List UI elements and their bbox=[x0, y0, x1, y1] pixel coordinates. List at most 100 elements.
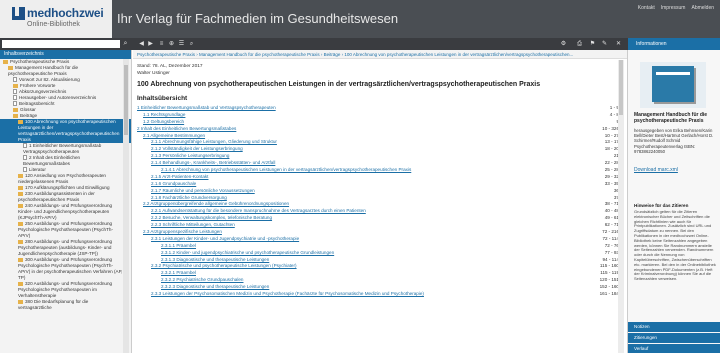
toc-link[interactable]: 2.3.1.3 Diagnostische und therapeutische… bbox=[161, 257, 269, 264]
folder-icon bbox=[18, 257, 23, 262]
book-cover-image bbox=[652, 66, 694, 102]
toc-link[interactable]: 2.3.3 Leistungen der Psychosomatischen M… bbox=[151, 291, 424, 298]
link-abmelden[interactable]: Abmelden bbox=[691, 5, 714, 11]
print-icon[interactable]: ⎙ bbox=[575, 39, 584, 49]
folder-icon bbox=[13, 107, 18, 112]
cite-heading: Hinweise für das Zitieren bbox=[634, 203, 689, 208]
toc-link[interactable]: 2.3.2.2 Psychiatrische Grundpauschalen bbox=[161, 277, 243, 284]
main-scroll-thumb[interactable] bbox=[619, 60, 623, 115]
tab-informationen[interactable]: Informationen bbox=[628, 38, 720, 50]
toc-link[interactable]: 1.1 Rechtsgrundlage bbox=[143, 112, 185, 119]
next-icon[interactable]: ▶ bbox=[146, 39, 155, 49]
book-title: Management Handbuch für die psychotherap… bbox=[634, 112, 708, 124]
folder-icon bbox=[13, 83, 18, 88]
toc-link[interactable]: 1 Einheitlicher Bewertungsmaßstab und Ve… bbox=[137, 105, 276, 112]
toc-link[interactable]: 2.3.1.1 Präambel bbox=[161, 243, 196, 250]
breadcrumb[interactable]: Psychotherapeutische Praxis › Management… bbox=[133, 50, 627, 59]
sidebar-item[interactable]: 250 Ausbildungs- und Prüfungsverordnung … bbox=[0, 221, 131, 239]
sidebar-item[interactable]: 240 Ausbildungs- und Prüfungsverordnung … bbox=[0, 203, 131, 221]
link-kontakt[interactable]: Kontakt bbox=[638, 5, 655, 11]
target-icon[interactable]: ⊕ bbox=[167, 39, 176, 49]
toc-link[interactable]: 2.1.4.1 Abrechnung von psychotherapeutis… bbox=[161, 167, 411, 174]
download-link[interactable]: Download marc.xml bbox=[634, 167, 678, 173]
sidebar-item[interactable]: 320 Ausbildungs- und Prüfungsverordnung … bbox=[0, 281, 131, 299]
toc-pages: 62 - 71 bbox=[604, 222, 619, 228]
zoom-icon[interactable]: ⌕ bbox=[187, 39, 196, 49]
toc-row: 2.3.1.1 Präambel 72 - 76 bbox=[133, 243, 627, 250]
bookmark-icon[interactable]: ⚑ bbox=[588, 39, 597, 49]
toc-link[interactable]: 2.3.2 Psychiatrische und psychotherapeut… bbox=[151, 263, 297, 270]
folder-icon bbox=[18, 221, 23, 226]
author-text: Walter Ustinger bbox=[137, 71, 170, 76]
toc-link[interactable]: 2.1.1 Abrechnungsfähige Leistungen, Glie… bbox=[151, 139, 277, 146]
sidebar-scrollbar[interactable] bbox=[123, 59, 129, 353]
sidebar-item[interactable]: Management Handbuch für die psychotherap… bbox=[0, 65, 131, 77]
toc-link[interactable]: 2.3.2.3 Diagnostische und therapeutische… bbox=[161, 284, 269, 291]
sidebar-item[interactable]: 380 Die Bedarfsplanung für die vertragsä… bbox=[0, 299, 131, 311]
accordion-zitierungen[interactable]: Zitierungen bbox=[628, 333, 720, 343]
search-icon[interactable]: ⌕ bbox=[121, 39, 130, 49]
sidebar-item-label: Herausgeber- und Autorenverzeichnis bbox=[19, 95, 97, 100]
toc-row: 2.3.2.2 Psychiatrische Grundpauschalen 12… bbox=[133, 277, 627, 284]
sidebar-item-label: 320 Ausbildungs- und Prüfungsverordnung … bbox=[18, 281, 113, 298]
logo[interactable]: medhochzwei Online-Bibliothek bbox=[0, 0, 112, 38]
toc-pages: 72 - 76 bbox=[604, 242, 619, 248]
sidebar-item[interactable]: 100 Abrechnung von psychotherapeutischen… bbox=[0, 119, 131, 143]
prev-icon[interactable]: ◀ bbox=[137, 39, 146, 49]
sidebar-item[interactable]: 1 Einheitlicher Bewertungsmaßstab Vertra… bbox=[0, 143, 131, 155]
toc-link[interactable]: 2.1.7 Räumliche und persönliche Vorausse… bbox=[151, 188, 255, 195]
toc-row: 2.3.2.3 Diagnostische und therapeutische… bbox=[133, 284, 627, 291]
toc-link[interactable]: 2.3.2.1 Präambel bbox=[161, 270, 196, 277]
toc-pages: 22 - 28 bbox=[604, 160, 619, 166]
close-icon[interactable]: ✕ bbox=[614, 39, 623, 49]
toc-link[interactable]: 2.2.3 Schriftliche Mitteilungen, Gutacht… bbox=[151, 222, 235, 229]
toc-link[interactable]: 2.2.2 Besuche, Verwaltungskomplex, telef… bbox=[151, 215, 272, 222]
main-content: Psychotherapeutische Praxis › Management… bbox=[133, 50, 627, 353]
logo-subtitle: Online-Bibliothek bbox=[27, 21, 80, 28]
toc-pages: 18 - 20 bbox=[604, 146, 619, 152]
toc-link[interactable]: 2.1.2 Vollständigkeit der Leistungserbri… bbox=[151, 146, 243, 153]
toc-link[interactable]: 2.3.1 Leistungen der Kinder- und Jugendp… bbox=[151, 236, 299, 243]
sidebar-item-label: 1 Einheitlicher Bewertungsmaßstab Vertra… bbox=[23, 143, 102, 154]
accordion-notizen[interactable]: Notizen bbox=[628, 322, 720, 332]
accordion-verlauf[interactable]: Verlauf bbox=[628, 344, 720, 353]
sidebar-item[interactable]: 120 Ansiedlung von Psychotherapeuten nie… bbox=[0, 173, 131, 185]
document-icon bbox=[13, 101, 17, 107]
edit-icon[interactable]: ✎ bbox=[600, 39, 609, 49]
sidebar-item-label: Glossar bbox=[20, 107, 36, 112]
document-meta: Stand: 78. AL, Dezember 2017 Walter Usti… bbox=[133, 59, 627, 77]
sidebar-item[interactable]: 300 Ausbildungs- und Prüfungsverordnung … bbox=[0, 257, 131, 281]
toc-link[interactable]: 1.2 Geltungsbereich bbox=[143, 119, 184, 126]
toc-row: 2.1.4 Behandlungs-, Krankheits-, Betrieb… bbox=[133, 160, 627, 167]
sidebar-header: Inhaltsverzeichnis bbox=[0, 50, 131, 59]
folder-icon bbox=[18, 299, 23, 304]
sidebar-item[interactable]: 280 Ausbildungs- und Prüfungsverordnung … bbox=[0, 239, 131, 257]
settings-icon[interactable]: ⚙ bbox=[559, 39, 568, 49]
toc-pages: 72 - 216 bbox=[602, 229, 619, 235]
sidebar-item[interactable]: 2 Inhalt des Einheitlichen Bewertungsmaß… bbox=[0, 155, 131, 167]
toc-link[interactable]: 2.1.3 Persönliche Leistungserbringung bbox=[151, 153, 229, 160]
sidebar-scroll-thumb[interactable] bbox=[124, 65, 128, 135]
toc-pages: 33 - 35 bbox=[604, 180, 619, 186]
list-icon[interactable]: ☰ bbox=[177, 39, 186, 49]
toc-link[interactable]: 2.1.4 Behandlungs-, Krankheits-, Betrieb… bbox=[151, 160, 275, 167]
sidebar-item-label: Frühere Vorworte bbox=[20, 83, 56, 88]
toc-row: 2 Inhalt des Einheitlichen Bewertungsmaß… bbox=[133, 126, 627, 133]
sidebar-item-label: 100 Abrechnung von psychotherapeutischen… bbox=[18, 119, 120, 142]
search-input[interactable] bbox=[2, 40, 120, 48]
toc-icon[interactable]: ≡ bbox=[157, 39, 166, 49]
toc-link[interactable]: 2.2 Arztgruppenübergreifende allgemeine … bbox=[143, 201, 289, 208]
main-scrollbar[interactable] bbox=[618, 60, 624, 353]
link-impressum[interactable]: Impressum bbox=[661, 5, 686, 11]
toc-link[interactable]: 2.3.1.2 Kinder- und jugendpsychiatrische… bbox=[161, 250, 334, 257]
toc-link[interactable]: 2 Inhalt des Einheitlichen Bewertungsmaß… bbox=[137, 126, 236, 133]
toc-link[interactable]: 2.1.5 Arzt-Patienten-Kontakt bbox=[151, 174, 208, 181]
toc-link[interactable]: 2.2.1 Aufwandsentstattung für die besond… bbox=[151, 208, 366, 215]
toc-row: 2.1 Allgemeine Bestimmungen 10 - 27 bbox=[133, 133, 627, 140]
toc-link[interactable]: 2.3 Arztgruppenspezifische Leistungen bbox=[143, 229, 222, 236]
toc-link[interactable]: 2.1 Allgemeine Bestimmungen bbox=[143, 133, 205, 140]
toc-link[interactable]: 2.1.6 Grundpauschale bbox=[151, 181, 196, 188]
sidebar-item[interactable]: 230 Ausbildungsassistenten in der psycho… bbox=[0, 191, 131, 203]
toc-pages: 10 - 326 bbox=[602, 125, 619, 131]
toc-link[interactable]: 2.1.8 Fachärztliche Grundversorgung bbox=[151, 195, 227, 202]
